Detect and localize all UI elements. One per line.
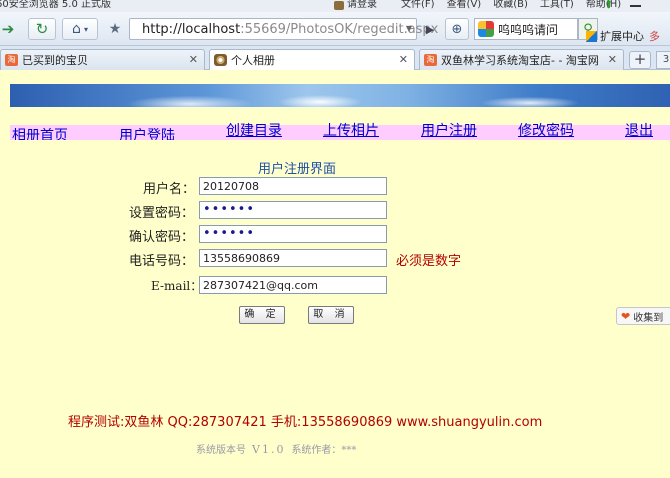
- browser-toolbar: ➔ ↻ ⌂ ▾ ★ http://localhost:55669/PhotosOK…: [0, 12, 670, 46]
- home-icon: ⌂: [72, 21, 81, 37]
- menu-view[interactable]: 查看(V): [447, 0, 482, 10]
- confirm-button[interactable]: 确 定: [239, 306, 285, 324]
- refresh-icon[interactable]: ↻: [28, 18, 56, 40]
- phone-field[interactable]: [199, 249, 387, 267]
- address-dropdown-icon[interactable]: ▼: [406, 24, 412, 33]
- heart-icon: ❤: [621, 309, 631, 323]
- password-field[interactable]: ••••••: [199, 201, 387, 219]
- phone-label: 电话号码：: [129, 254, 195, 269]
- user-avatar-icon: [334, 0, 344, 10]
- version-number: V1.0: [252, 443, 286, 456]
- nav-user-login[interactable]: 用户登陆: [119, 128, 175, 140]
- close-icon[interactable]: ✕: [189, 53, 198, 66]
- home-button[interactable]: ⌂ ▾: [62, 18, 98, 40]
- confirm-password-field[interactable]: ••••••: [199, 225, 387, 243]
- login-link[interactable]: 请登录: [334, 0, 377, 10]
- extension-label: 扩展中心: [600, 30, 644, 43]
- author-label: 系统作者：***: [291, 445, 357, 456]
- username-label: 用户名：: [143, 182, 196, 197]
- address-bar[interactable]: http://localhost:55669/PhotosOK/regedit.…: [129, 18, 438, 40]
- new-tab-button[interactable]: +: [629, 51, 651, 69]
- upgrade-arrow-icon[interactable]: ⬆: [604, 0, 613, 10]
- sky-banner-image: [10, 84, 670, 107]
- nav-register[interactable]: 用户注册: [421, 123, 477, 139]
- browser-title-bar: 60安全浏览器 5.0 正式版 请登录 文件(F) 查看(V) 收藏(B) 工具…: [0, 0, 670, 12]
- login-label: 请登录: [347, 0, 377, 10]
- extension-icon: [586, 30, 597, 42]
- minimize-icon[interactable]: [630, 5, 641, 7]
- tab-purchased[interactable]: 淘 已买到的宝贝 ✕: [0, 49, 205, 70]
- forward-icon[interactable]: ➔: [0, 18, 22, 40]
- favorite-button[interactable]: ❤ 收集到: [616, 307, 670, 325]
- chevron-down-icon: ▾: [83, 24, 88, 34]
- search-input[interactable]: 呜呜呜请问: [498, 21, 558, 38]
- tab-label: 个人相册: [231, 54, 275, 67]
- menu-file[interactable]: 文件(F): [401, 0, 435, 10]
- search-engine-icon[interactable]: [478, 21, 494, 37]
- password-label: 设置密码：: [129, 206, 195, 221]
- tab-label: 双鱼林学习系统淘宝店- - 淘宝网: [441, 54, 599, 67]
- tab-taobao-shop[interactable]: 淘 双鱼林学习系统淘宝店- - 淘宝网 ✕: [419, 49, 624, 70]
- version-label: 系统版本号: [196, 445, 246, 456]
- address-url: http://localhost:55669/PhotosOK/regedit.…: [142, 22, 438, 37]
- taobao-icon: 淘: [5, 54, 18, 66]
- tab-strip: 淘 已买到的宝贝 ✕ 个人相册 ✕ 淘 双鱼林学习系统淘宝店- - 淘宝网 ✕ …: [0, 46, 670, 70]
- tab-counter[interactable]: 3: [656, 51, 670, 69]
- extension-center[interactable]: 扩展中心多: [586, 28, 660, 44]
- taobao-icon: 淘: [424, 54, 437, 66]
- extension-more[interactable]: 多: [649, 28, 660, 44]
- footer-credits: 程序测试:双鱼林 QQ:287307421 手机:13558690869 www…: [68, 415, 543, 430]
- cancel-button[interactable]: 取 消: [308, 306, 354, 324]
- favorite-label: 收集到: [633, 312, 664, 324]
- form-title: 用户注册界面: [258, 162, 337, 177]
- web-page: 相册首页 用户登陆 创建目录 上传相片 用户注册 修改密码 退出 用户注册界面 …: [0, 71, 670, 478]
- username-field[interactable]: [199, 177, 387, 195]
- shield-icon[interactable]: ⊕: [445, 18, 469, 40]
- tab-personal-album[interactable]: 个人相册 ✕: [209, 49, 415, 70]
- tab-label: 已买到的宝贝: [22, 54, 88, 67]
- star-icon[interactable]: ★: [103, 18, 127, 40]
- menu-tools[interactable]: 工具(T): [540, 0, 574, 10]
- address-host: http://localhost: [142, 21, 241, 37]
- search-box[interactable]: 呜呜呜请问: [474, 18, 578, 40]
- phone-hint: 必须是数字: [396, 254, 462, 269]
- email-field[interactable]: [199, 276, 387, 294]
- close-icon[interactable]: ✕: [399, 53, 408, 66]
- app-title: 60安全浏览器 5.0 正式版: [0, 0, 111, 10]
- menu-bar: 文件(F) 查看(V) 收藏(B) 工具(T) 帮助(H): [401, 0, 621, 10]
- nav-upload-photo[interactable]: 上传相片: [323, 123, 379, 139]
- nav-album-home[interactable]: 相册首页: [12, 128, 68, 140]
- go-icon[interactable]: ▶: [421, 19, 439, 39]
- nav-logout[interactable]: 退出: [625, 123, 653, 139]
- version-info: 系统版本号 V1.0 系统作者：***: [196, 441, 356, 456]
- confirm-password-label: 确认密码：: [129, 230, 195, 245]
- email-label: E-mail：: [151, 279, 203, 293]
- menu-favorites[interactable]: 收藏(B): [493, 0, 528, 10]
- close-icon[interactable]: ✕: [608, 53, 617, 66]
- nav-create-folder[interactable]: 创建目录: [226, 123, 282, 139]
- site-nav: 相册首页 用户登陆 创建目录 上传相片 用户注册 修改密码 退出: [10, 123, 670, 140]
- site-icon: [214, 54, 227, 66]
- nav-change-password[interactable]: 修改密码: [518, 123, 574, 139]
